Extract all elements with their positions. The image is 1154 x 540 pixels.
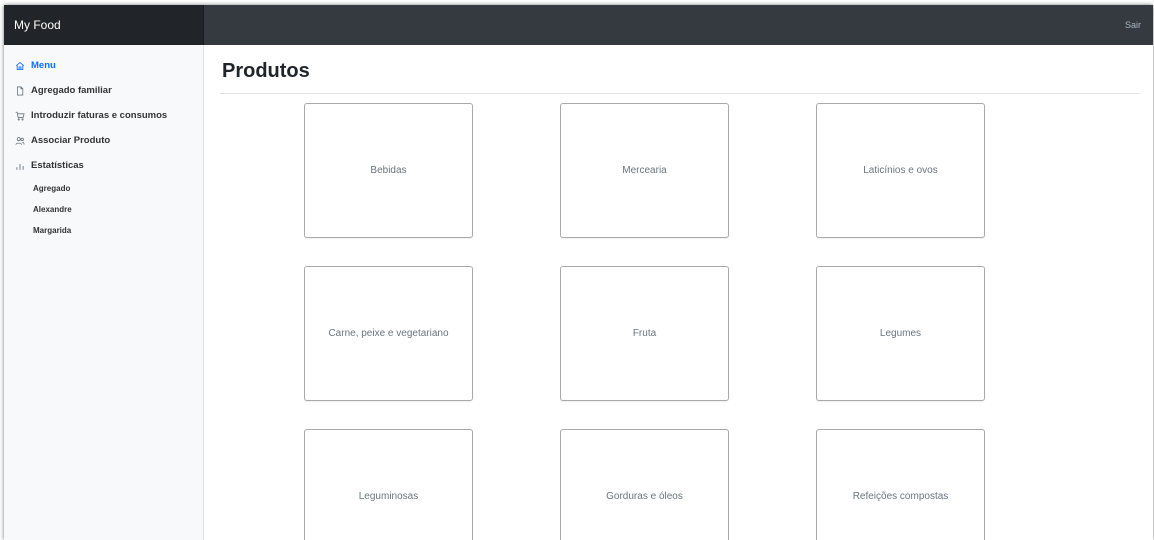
page-title: Produtos [222,60,310,82]
sidebar-item-introduzir-faturas[interactable]: Introduzir faturas e consumos [4,103,203,128]
sidebar-item-label: Estatísticas [31,160,84,171]
sidebar-subitem-margarida[interactable]: Margarida [4,220,203,241]
sidebar-item-agregado-familiar[interactable]: Agregado familiar [4,78,203,103]
file-icon [15,86,25,96]
category-card-carne-peixe[interactable]: Carne, peixe e vegetariano [304,266,473,401]
sidebar-item-label: Menu [31,60,56,71]
home-icon [15,61,25,71]
category-card-leguminosas[interactable]: Leguminosas [304,429,473,540]
category-card-fruta[interactable]: Fruta [560,266,729,401]
cart-icon [15,111,25,121]
sidebar-subitem-alexandre[interactable]: Alexandre [4,199,203,220]
category-card-bebidas[interactable]: Bebidas [304,103,473,238]
sign-out-link[interactable]: Sair [1125,5,1141,45]
sidebar-item-label: Associar Produto [31,135,111,146]
title-divider [220,93,1139,94]
sidebar-subitem-agregado[interactable]: Agregado [4,178,203,199]
sidebar: Menu Agregado familiar Introduzir fatura… [4,45,204,540]
sidebar-item-label: Introduzir faturas e consumos [31,110,168,121]
bar-chart-icon [15,161,25,171]
sidebar-item-menu[interactable]: Menu [4,53,203,78]
category-card-gorduras[interactable]: Gorduras e óleos [560,429,729,540]
category-card-laticinios[interactable]: Laticínios e ovos [816,103,985,238]
sidebar-item-estatisticas[interactable]: Estatísticas [4,153,203,178]
users-icon [15,136,25,146]
sidebar-item-associar-produto[interactable]: Associar Produto [4,128,203,153]
main-content: Produtos Bebidas Mercearia Laticínios e … [220,45,1139,540]
top-navbar: My Food Sair [4,5,1153,45]
category-card-legumes[interactable]: Legumes [816,266,985,401]
app-brand[interactable]: My Food [4,5,204,45]
sidebar-item-label: Agregado familiar [31,85,112,96]
category-card-refeicoes[interactable]: Refeições compostas [816,429,985,540]
category-card-mercearia[interactable]: Mercearia [560,103,729,238]
app-window: My Food Sair Menu Agregado familiar Intr… [4,5,1153,540]
